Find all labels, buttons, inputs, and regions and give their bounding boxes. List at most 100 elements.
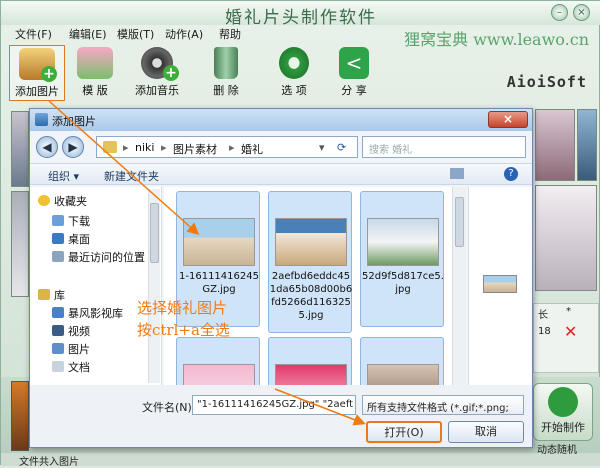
add-image-icon: + [19, 48, 57, 82]
preview-pane [468, 187, 532, 385]
file-item[interactable]: 52d9f5d817ce5.jpg [360, 191, 444, 327]
file-thumbnail [275, 218, 347, 266]
nav-library[interactable]: 库 [38, 287, 65, 303]
timeline-time: 18 [538, 326, 551, 337]
file-name: 52d9f5d817ce5.jpg [362, 271, 444, 295]
dialog-close-button[interactable]: × [488, 111, 528, 128]
options-button[interactable]: 选 项 [271, 45, 317, 101]
forward-button[interactable]: ▶ [62, 136, 84, 158]
pictures-icon [52, 343, 64, 354]
template-button[interactable]: 模 版 [71, 45, 119, 101]
menu-file[interactable]: 文件(F) [15, 26, 52, 42]
nav-library-label: 库 [54, 289, 65, 302]
add-music-label: 添加音乐 [135, 84, 179, 97]
preview-image [483, 275, 517, 293]
menu-action[interactable]: 动作(A) [165, 26, 203, 42]
address-dropdown-icon[interactable]: ▾ [319, 141, 325, 154]
file-thumbnail [275, 364, 347, 385]
recent-places-icon [52, 251, 64, 262]
path-niki[interactable]: niki [135, 141, 154, 154]
add-image-label: 添加图片 [15, 85, 59, 98]
minimize-button[interactable]: – [551, 4, 568, 21]
template-icon [77, 47, 113, 79]
start-button[interactable]: 开始制作 [533, 383, 593, 441]
video-library-icon [52, 307, 64, 318]
timeline-header-star: * [566, 306, 571, 317]
dialog-footer: 文件名(N): "1-16111416245GZ.jpg" "2aeft 所有支… [30, 385, 532, 447]
effect-label: 动态随机 [537, 445, 577, 456]
refresh-icon[interactable]: ⟳ [337, 141, 346, 154]
file-thumbnail [367, 218, 439, 266]
brand-logo: AioiSoft [506, 73, 587, 91]
file-item[interactable] [176, 337, 260, 385]
file-scroll-thumb[interactable] [455, 197, 464, 247]
right-photo-thumb[interactable] [535, 185, 597, 291]
delete-label: 删 除 [213, 84, 239, 97]
effect-thumb[interactable] [11, 381, 29, 451]
share-button[interactable]: < 分 享 [331, 45, 377, 101]
help-icon[interactable]: ? [504, 167, 518, 181]
filename-input[interactable]: "1-16111416245GZ.jpg" "2aeft [192, 395, 356, 415]
nav-videos-label: 视频 [68, 325, 90, 338]
nav-videos[interactable]: 视频 [52, 323, 90, 339]
title-bar: 婚礼片头制作软件 – × [1, 1, 600, 28]
annotation-text: 选择婚礼图片 按ctrl+a全选 [137, 297, 230, 341]
options-gear-icon [279, 47, 309, 79]
path-image-assets[interactable]: 图片素材 [173, 141, 217, 157]
path-wedding[interactable]: 婚礼 [241, 141, 263, 157]
dialog-title: 添加图片 [52, 115, 96, 128]
nav-scroll-thumb[interactable] [150, 203, 159, 263]
videos-icon [52, 325, 64, 336]
remove-icon[interactable]: ✕ [564, 322, 577, 341]
nav-scrollbar[interactable] [148, 189, 160, 383]
organize-menu[interactable]: 组织 ▾ [48, 168, 79, 184]
new-folder-button[interactable]: 新建文件夹 [104, 168, 159, 184]
share-icon: < [339, 47, 369, 79]
nav-desktop[interactable]: 桌面 [52, 231, 90, 247]
search-input[interactable]: 搜索 婚礼 [362, 136, 526, 158]
add-music-button[interactable]: + 添加音乐 [131, 45, 183, 101]
file-item[interactable]: 2aefbd6eddc451da65b08d00b6fd5266d1163255… [268, 191, 352, 333]
back-button[interactable]: ◀ [36, 136, 58, 158]
menu-template[interactable]: 模版(T) [117, 26, 154, 42]
view-options-icon[interactable] [450, 168, 464, 179]
file-item[interactable] [360, 337, 444, 385]
cancel-button[interactable]: 取消 [448, 421, 524, 443]
nav-baofeng-label: 暴风影视库 [68, 307, 123, 320]
address-bar[interactable]: ▸ niki ▸ 图片素材 ▸ 婚礼 ▾ ⟳ [96, 136, 358, 158]
file-scrollbar[interactable] [452, 187, 466, 385]
command-bar: 组织 ▾ 新建文件夹 ? [30, 163, 532, 185]
right-photo-thumb[interactable] [535, 109, 575, 181]
start-icon [548, 387, 578, 417]
menu-help[interactable]: 帮助 [219, 26, 241, 42]
annotation-line-2: 按ctrl+a全选 [137, 321, 230, 339]
add-image-button[interactable]: + 添加图片 [9, 45, 65, 101]
nav-baofeng[interactable]: 暴风影视库 [52, 305, 123, 321]
nav-pictures-label: 图片 [68, 343, 90, 356]
nav-pictures[interactable]: 图片 [52, 341, 90, 357]
nav-favorites[interactable]: 收藏夹 [38, 193, 87, 209]
navigation-pane: 收藏夹 下载 桌面 最近访问的位置 库 暴风影视库 视频 图片 文档 [30, 187, 162, 385]
close-button[interactable]: × [573, 4, 590, 21]
delete-button[interactable]: 删 除 [203, 45, 249, 101]
status-text: 文件共入图片 [19, 457, 79, 468]
timeline-header-duration: 长 [538, 310, 548, 321]
open-button[interactable]: 打开(O) [366, 421, 442, 443]
folder-icon [103, 141, 117, 153]
nav-downloads[interactable]: 下载 [52, 213, 90, 229]
nav-recent[interactable]: 最近访问的位置 [52, 249, 145, 265]
address-row: ◀ ▶ ▸ niki ▸ 图片素材 ▸ 婚礼 ▾ ⟳ 搜索 婚礼 [30, 133, 532, 161]
left-photo-thumb[interactable] [11, 191, 29, 297]
timeline-list: 长 * 18 ✕ [533, 303, 599, 373]
dialog-title-bar: 添加图片 × [30, 109, 532, 131]
menu-edit[interactable]: 编辑(E) [69, 26, 107, 42]
left-photo-thumb[interactable] [11, 111, 29, 187]
file-thumbnail [183, 218, 255, 266]
filetype-select[interactable]: 所有支持文件格式 (*.gif;*.png; [362, 395, 524, 415]
nav-documents[interactable]: 文档 [52, 359, 90, 375]
filename-label: 文件名(N): [142, 401, 196, 414]
file-item[interactable] [268, 337, 352, 385]
nav-downloads-label: 下载 [68, 215, 90, 228]
right-photo-thumb[interactable] [577, 109, 597, 181]
start-label: 开始制作 [541, 421, 585, 434]
